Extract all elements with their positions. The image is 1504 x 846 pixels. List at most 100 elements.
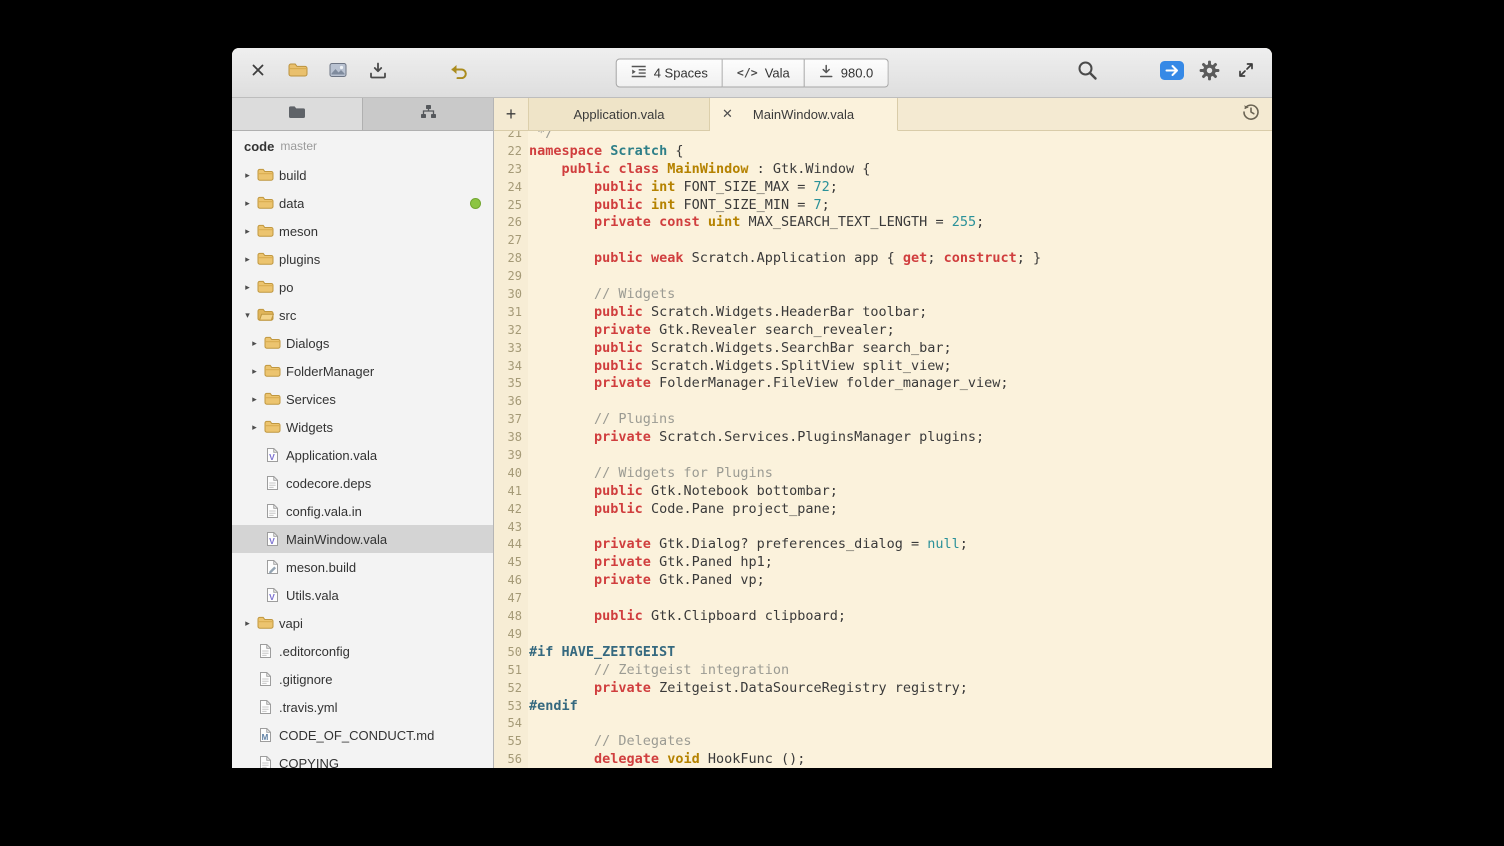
tree-file-.travis.yml[interactable]: .travis.yml xyxy=(232,693,493,721)
tree-folder-plugins[interactable]: ▸plugins xyxy=(232,245,493,273)
tree-folder-FolderManager[interactable]: ▸FolderManager xyxy=(232,357,493,385)
fullscreen-button[interactable] xyxy=(1232,59,1260,87)
code-line-32[interactable]: 32 private Gtk.Revealer search_revealer; xyxy=(494,322,1272,340)
search-button[interactable] xyxy=(1073,59,1101,87)
code-line-50[interactable]: 50#if HAVE_ZEITGEIST xyxy=(494,644,1272,662)
save-as-icon xyxy=(369,62,387,84)
code-line-48[interactable]: 48 public Gtk.Clipboard clipboard; xyxy=(494,608,1272,626)
editor-tab-Application.vala[interactable]: Application.vala xyxy=(528,98,710,130)
line-number: 34 xyxy=(494,358,528,376)
code-line-55[interactable]: 55 // Delegates xyxy=(494,733,1272,751)
history-button[interactable] xyxy=(1230,98,1272,130)
save-as-button[interactable] xyxy=(364,59,392,87)
code-line-51[interactable]: 51 // Zeitgeist integration xyxy=(494,662,1272,680)
tree-file-CODE_OF_CONDUCT.md[interactable]: MCODE_OF_CONDUCT.md xyxy=(232,721,493,749)
close-window-button[interactable] xyxy=(244,59,272,87)
indent-width-button[interactable]: 4 Spaces xyxy=(616,58,723,87)
code-line-44[interactable]: 44 private Gtk.Dialog? preferences_dialo… xyxy=(494,536,1272,554)
code-line-43[interactable]: 43 xyxy=(494,519,1272,537)
expand-arrow-icon[interactable]: ▸ xyxy=(240,170,255,181)
tree-file-Utils.vala[interactable]: VUtils.vala xyxy=(232,581,493,609)
code-line-38[interactable]: 38 private Scratch.Services.PluginsManag… xyxy=(494,429,1272,447)
code-text: private Gtk.Revealer search_revealer; xyxy=(528,322,895,340)
expand-arrow-icon[interactable]: ▸ xyxy=(240,618,255,629)
open-file-button[interactable] xyxy=(284,59,312,87)
tree-folder-meson[interactable]: ▸meson xyxy=(232,217,493,245)
editor-tab-MainWindow.vala[interactable]: ✕MainWindow.vala xyxy=(710,98,898,131)
expand-arrow-icon[interactable]: ▸ xyxy=(240,198,255,209)
code-line-22[interactable]: 22namespace Scratch { xyxy=(494,143,1272,161)
share-button[interactable] xyxy=(1158,59,1186,87)
code-line-42[interactable]: 42 public Code.Pane project_pane; xyxy=(494,501,1272,519)
code-line-37[interactable]: 37 // Plugins xyxy=(494,411,1272,429)
tree-file-.editorconfig[interactable]: .editorconfig xyxy=(232,637,493,665)
code-line-46[interactable]: 46 private Gtk.Paned vp; xyxy=(494,572,1272,590)
tree-file-Application.vala[interactable]: VApplication.vala xyxy=(232,441,493,469)
code-line-45[interactable]: 45 private Gtk.Paned hp1; xyxy=(494,554,1272,572)
code-line-29[interactable]: 29 xyxy=(494,268,1272,286)
tab-close-icon[interactable]: ✕ xyxy=(722,106,733,122)
code-line-24[interactable]: 24 public int FONT_SIZE_MAX = 72; xyxy=(494,179,1272,197)
code-line-52[interactable]: 52 private Zeitgeist.DataSourceRegistry … xyxy=(494,680,1272,698)
line-number: 48 xyxy=(494,608,528,626)
code-line-31[interactable]: 31 public Scratch.Widgets.HeaderBar tool… xyxy=(494,304,1272,322)
tree-file-config.vala.in[interactable]: config.vala.in xyxy=(232,497,493,525)
tree-folder-Dialogs[interactable]: ▸Dialogs xyxy=(232,329,493,357)
code-line-33[interactable]: 33 public Scratch.Widgets.SearchBar sear… xyxy=(494,340,1272,358)
tree-folder-build[interactable]: ▸build xyxy=(232,161,493,189)
tree-file-MainWindow.vala[interactable]: VMainWindow.vala xyxy=(232,525,493,553)
code-line-34[interactable]: 34 public Scratch.Widgets.SplitView spli… xyxy=(494,358,1272,376)
tree-file-codecore.deps[interactable]: codecore.deps xyxy=(232,469,493,497)
tree-folder-vapi[interactable]: ▸vapi xyxy=(232,609,493,637)
code-line-47[interactable]: 47 xyxy=(494,590,1272,608)
tree-folder-src[interactable]: ▾src xyxy=(232,301,493,329)
code-line-36[interactable]: 36 xyxy=(494,393,1272,411)
undo-button[interactable] xyxy=(444,59,472,87)
code-line-30[interactable]: 30 // Widgets xyxy=(494,286,1272,304)
code-line-21[interactable]: 21 */ xyxy=(494,131,1272,143)
code-line-28[interactable]: 28 public weak Scratch.Application app {… xyxy=(494,250,1272,268)
code-line-27[interactable]: 27 xyxy=(494,232,1272,250)
code-line-39[interactable]: 39 xyxy=(494,447,1272,465)
settings-button[interactable] xyxy=(1195,59,1223,87)
templates-button[interactable] xyxy=(324,59,352,87)
expand-arrow-icon[interactable]: ▸ xyxy=(247,394,262,405)
code-line-23[interactable]: 23 public class MainWindow : Gtk.Window … xyxy=(494,161,1272,179)
tree-folder-Widgets[interactable]: ▸Widgets xyxy=(232,413,493,441)
code-line-56[interactable]: 56 delegate void HookFunc (); xyxy=(494,751,1272,768)
code-text: public Gtk.Clipboard clipboard; xyxy=(528,608,846,626)
code-line-35[interactable]: 35 private FolderManager.FileView folder… xyxy=(494,375,1272,393)
new-tab-button[interactable]: + xyxy=(494,98,528,130)
tree-folder-Services[interactable]: ▸Services xyxy=(232,385,493,413)
collapse-arrow-icon[interactable]: ▾ xyxy=(240,310,255,321)
expand-arrow-icon[interactable]: ▸ xyxy=(247,366,262,377)
code-line-26[interactable]: 26 private const uint MAX_SEARCH_TEXT_LE… xyxy=(494,214,1272,232)
expand-arrow-icon[interactable]: ▸ xyxy=(247,338,262,349)
expand-arrow-icon[interactable]: ▸ xyxy=(240,254,255,265)
code-line-53[interactable]: 53#endif xyxy=(494,698,1272,716)
sidebar-tab-files[interactable] xyxy=(232,98,363,130)
language-button[interactable]: </> Vala xyxy=(723,58,805,87)
source-view[interactable]: 21 */22namespace Scratch {23 public clas… xyxy=(494,131,1272,768)
tree-file-meson.build[interactable]: meson.build xyxy=(232,553,493,581)
expand-arrow-icon[interactable]: ▸ xyxy=(247,422,262,433)
project-header[interactable]: code master xyxy=(232,131,493,161)
tree-file-.gitignore[interactable]: .gitignore xyxy=(232,665,493,693)
code-line-49[interactable]: 49 xyxy=(494,626,1272,644)
vala-file-icon: V xyxy=(262,587,282,603)
sidebar-tab-outline[interactable] xyxy=(363,98,493,130)
code-line-25[interactable]: 25 public int FONT_SIZE_MIN = 7; xyxy=(494,197,1272,215)
editor-tabbar: + Application.vala✕MainWindow.vala xyxy=(494,98,1272,131)
code-line-40[interactable]: 40 // Widgets for Plugins xyxy=(494,465,1272,483)
tree-folder-data[interactable]: ▸data xyxy=(232,189,493,217)
tree-file-COPYING[interactable]: COPYING xyxy=(232,749,493,768)
expand-arrow-icon[interactable]: ▸ xyxy=(240,282,255,293)
tree-folder-po[interactable]: ▸po xyxy=(232,273,493,301)
line-number: 25 xyxy=(494,197,528,215)
goto-line-button[interactable]: 980.0 xyxy=(805,58,889,87)
tree-item-label: config.vala.in xyxy=(286,504,362,519)
expand-arrow-icon[interactable]: ▸ xyxy=(240,226,255,237)
code-text: public Code.Pane project_pane; xyxy=(528,501,838,519)
code-line-41[interactable]: 41 public Gtk.Notebook bottombar; xyxy=(494,483,1272,501)
code-line-54[interactable]: 54 xyxy=(494,715,1272,733)
